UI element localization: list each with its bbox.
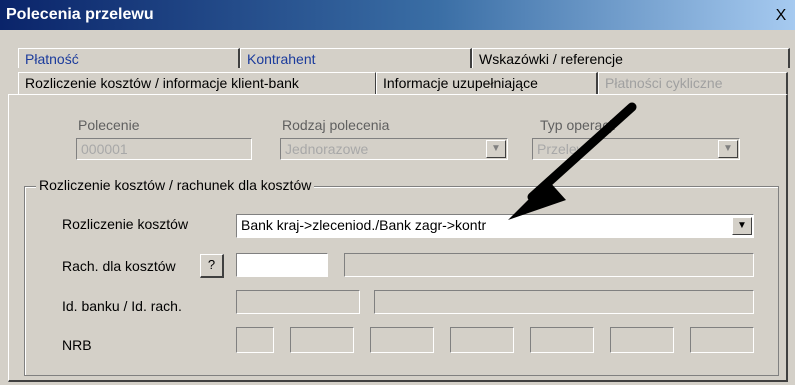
annotation-arrow-icon	[508, 102, 637, 220]
dialog-window: Polecenia przelewu X Płatność Kontrahent…	[0, 0, 795, 385]
